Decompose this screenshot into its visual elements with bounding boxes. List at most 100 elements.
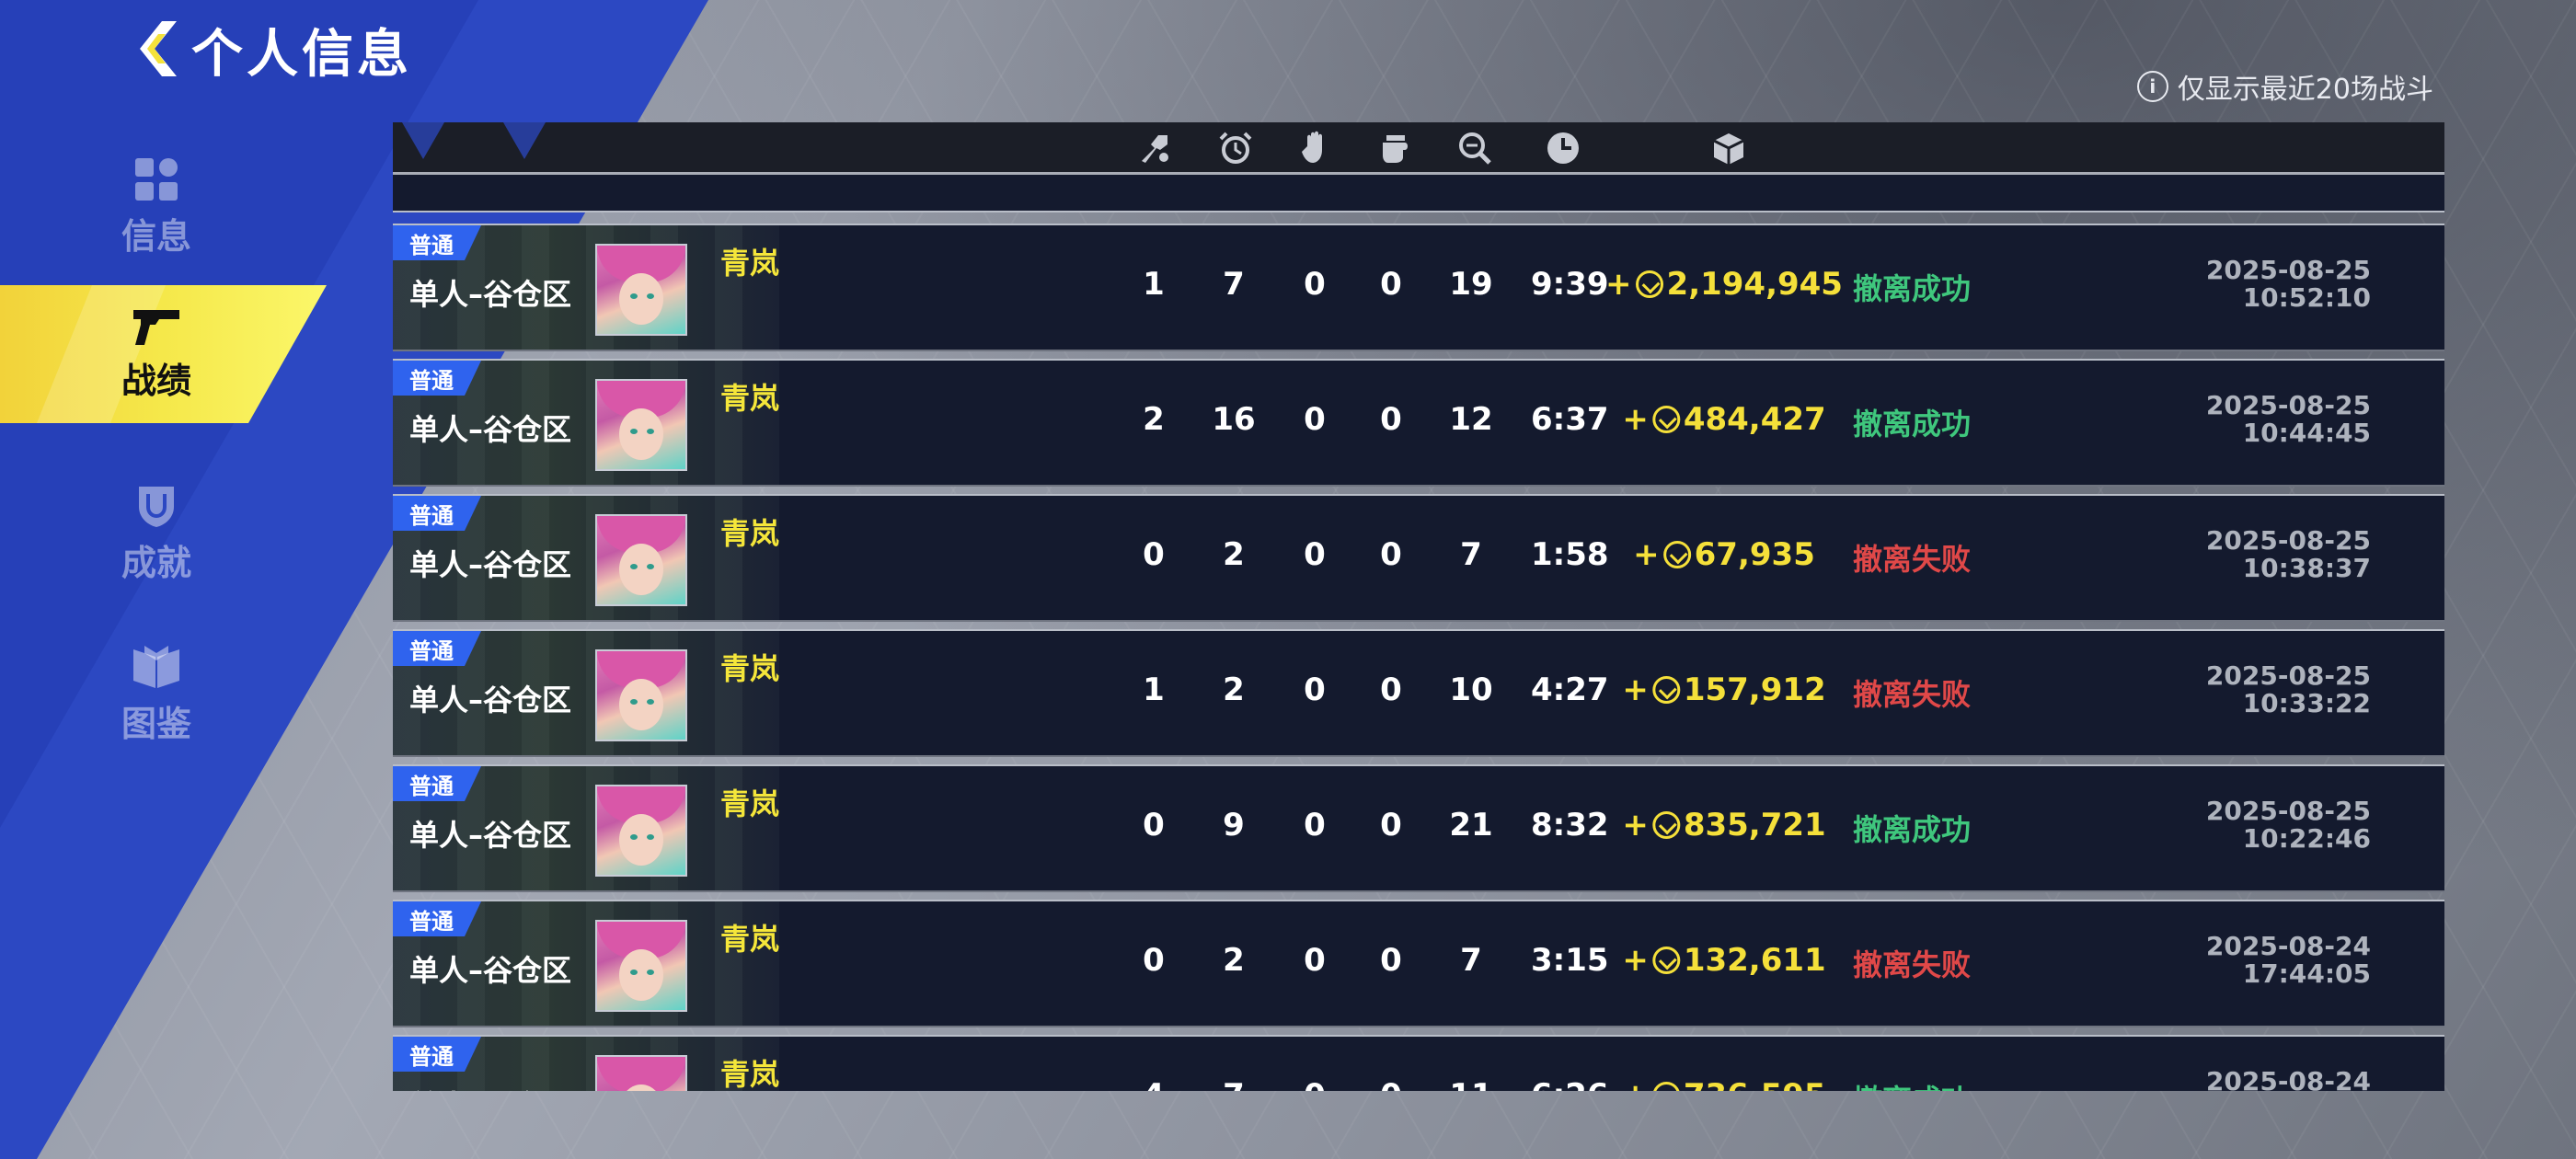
match-time: 10:38:37 (2242, 553, 2371, 583)
book-icon (133, 645, 179, 688)
stat-search: 7 (1460, 536, 1482, 573)
stat-fist: 0 (1354, 1077, 1428, 1091)
table-header (393, 122, 2444, 175)
stat-kills: 1 (1143, 671, 1165, 708)
character-avatar (595, 920, 687, 1012)
table-row[interactable]: 普通 单人–谷仓区 青岚 4 7 0 0 11 6:26 + 736,595 撤… (393, 1035, 2444, 1091)
info-icon: i (2136, 71, 2168, 102)
mode-label: 单人–谷仓区 (409, 818, 572, 853)
stat-hand: 0 (1304, 266, 1326, 303)
reward-prefix: + (1622, 1077, 1649, 1091)
alarm-icon (1219, 132, 1252, 164)
reward-prefix: + (1633, 536, 1660, 573)
previous-row-partial (393, 174, 2444, 212)
avatar-eye (630, 429, 638, 434)
stat-hand: 0 (1304, 536, 1326, 573)
mode-label: 单人–谷仓区 (409, 953, 572, 988)
extraction-status: 撤离失败 (1853, 947, 1972, 982)
stat-kills: 1 (1143, 266, 1165, 303)
stat-search: 10 (1449, 671, 1493, 708)
match-duration: 3:15 (1531, 942, 1609, 979)
nav-item-record[interactable]: 战绩 (0, 290, 313, 419)
coin-icon (1651, 676, 1680, 704)
page-title: 个人信息 (191, 25, 412, 85)
avatar-face (619, 949, 663, 1001)
reward-prefix: + (1622, 401, 1649, 438)
stat-alarm: 2 (1223, 942, 1245, 979)
character-name: 青岚 (720, 651, 780, 686)
reward-prefix: + (1622, 671, 1649, 708)
character-name: 青岚 (720, 516, 780, 551)
character-avatar (595, 785, 687, 877)
nav-label-achievement: 成就 (121, 542, 191, 583)
stat-hand: 0 (1304, 807, 1326, 843)
match-datetime: 2025-08-25 10:33:22 (2206, 662, 2371, 717)
nav-label-info: 信息 (121, 215, 191, 257)
character-name: 青岚 (720, 786, 780, 821)
stat-hand: 0 (1304, 401, 1326, 438)
reward-value: + 736,595 (1622, 1077, 1826, 1091)
avatar-eye (630, 970, 638, 975)
match-time: 10:22:46 (2242, 823, 2371, 854)
reward-amount: 157,912 (1683, 671, 1826, 708)
stat-search: 11 (1434, 1077, 1508, 1091)
match-duration: 1:58 (1531, 536, 1609, 573)
stat-hand: 0 (1304, 671, 1326, 708)
table-row[interactable]: 普通 单人–谷仓区 青岚 2 16 0 0 12 6:37 + 484,427 … (393, 359, 2444, 487)
stat-hand: 0 (1278, 1077, 1351, 1091)
coin-icon (1635, 270, 1663, 298)
stat-kills: 0 (1143, 807, 1165, 843)
mode-label: 单人–谷仓区 (409, 277, 572, 312)
avatar-eye (647, 834, 654, 840)
table-row[interactable]: 普通 单人–谷仓区 青岚 0 9 0 0 21 8:32 + 835,721 撤… (393, 764, 2444, 892)
mode-label: 单人–谷仓区 (409, 547, 572, 582)
back-button[interactable] (120, 17, 193, 81)
match-datetime: 2025-08-25 10:52:10 (2206, 257, 2371, 312)
match-date: 2025-08-24 (2205, 1066, 2371, 1092)
kill-icon (1142, 135, 1168, 163)
table-row[interactable]: 普通 单人–谷仓区 青岚 0 2 0 0 7 3:15 + 132,611 撤离… (393, 900, 2444, 1027)
extraction-status: 撤离成功 (1853, 271, 1972, 306)
hint-text: i 仅显示最近20场战斗 (2136, 66, 2433, 107)
reward-amount: 67,935 (1694, 536, 1815, 573)
nav-item-info[interactable]: 信息 (0, 143, 313, 271)
match-time: 17:44:05 (2242, 958, 2371, 989)
extraction-status: 撤离失败 (1853, 542, 1972, 577)
box-icon (1713, 133, 1744, 165)
table-row[interactable]: 普通 单人–谷仓区 青岚 0 2 0 0 7 1:58 + 67,935 撤离失… (393, 494, 2444, 622)
nav-item-collection[interactable]: 图鉴 (0, 630, 313, 759)
character-name: 青岚 (720, 1057, 780, 1091)
match-date: 2025-08-25 (2205, 660, 2371, 691)
match-date: 2025-08-25 (2205, 796, 2371, 826)
avatar-eye (647, 699, 654, 705)
stat-alarm: 16 (1212, 401, 1256, 438)
avatar-eye (647, 429, 654, 434)
record-table[interactable]: 普通 单人–谷仓区 青岚 1 7 0 0 19 9:39 + 2,194,945… (393, 122, 2444, 1091)
fist-icon (1383, 135, 1408, 163)
table-row[interactable]: 普通 单人–谷仓区 青岚 1 7 0 0 19 9:39 + 2,194,945… (393, 224, 2444, 351)
avatar-face (619, 273, 663, 325)
avatar-eye (647, 564, 654, 569)
reward-prefix: + (1622, 942, 1649, 979)
character-avatar (595, 1055, 687, 1091)
reward-value: + 2,194,945 (1605, 266, 1843, 303)
match-duration: 4:27 (1531, 671, 1609, 708)
header-decor (503, 122, 546, 159)
avatar-eye (630, 293, 638, 299)
character-avatar (595, 514, 687, 606)
stat-alarm: 2 (1223, 536, 1245, 573)
match-time: 10:33:22 (2242, 688, 2371, 718)
coin-icon (1651, 947, 1680, 974)
match-time: 10:52:10 (2242, 282, 2371, 313)
table-row[interactable]: 普通 单人–谷仓区 青岚 1 2 0 0 10 4:27 + 157,912 撤… (393, 629, 2444, 757)
stat-kills: 0 (1143, 942, 1165, 979)
coin-icon (1662, 541, 1691, 568)
match-date: 2025-08-25 (2205, 255, 2371, 285)
match-datetime: 2025-08-25 10:38:37 (2206, 527, 2371, 582)
character-avatar (595, 649, 687, 741)
nav-item-achievement[interactable]: 成就 (0, 469, 313, 598)
hand-icon (1302, 131, 1322, 163)
avatar-face (619, 544, 663, 595)
stat-kills: 4 (1117, 1077, 1190, 1091)
stat-alarm: 2 (1223, 671, 1245, 708)
